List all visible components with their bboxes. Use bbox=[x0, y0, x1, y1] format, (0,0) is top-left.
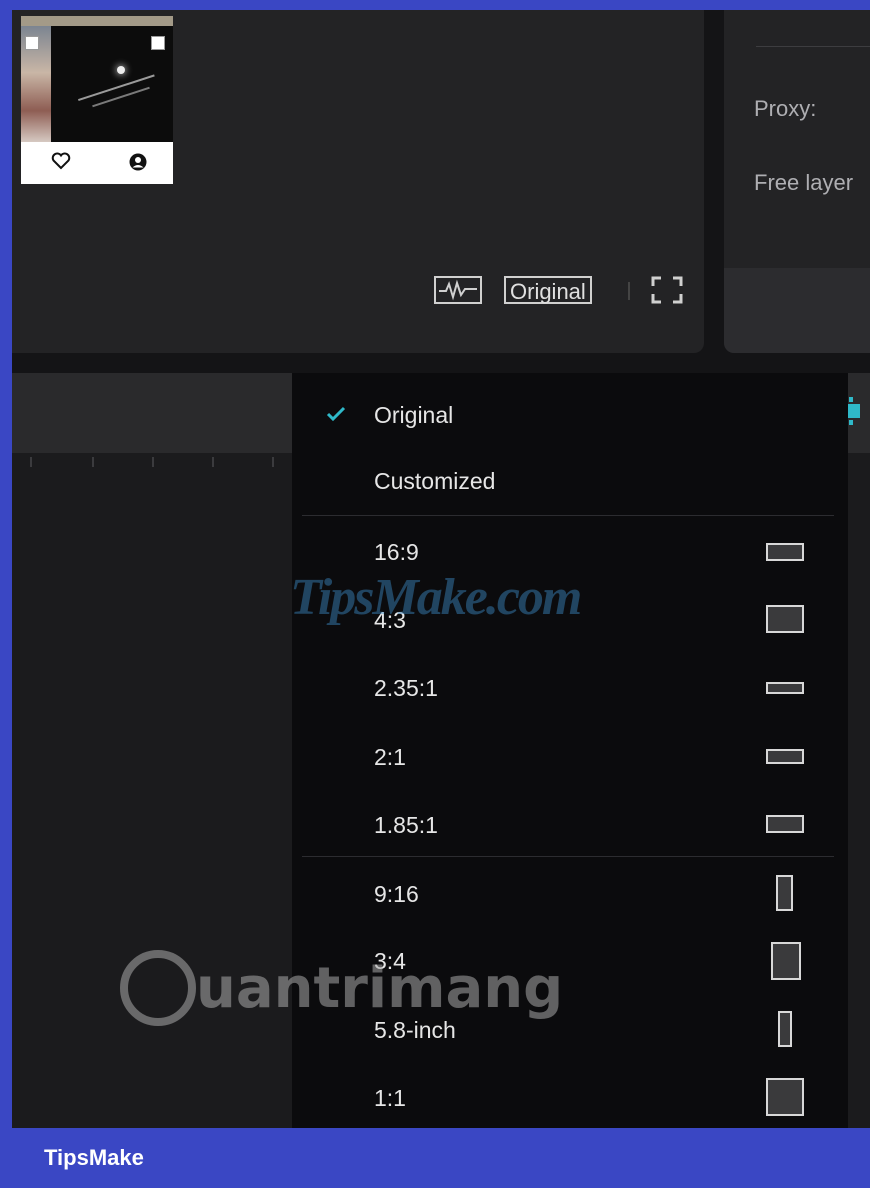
properties-panel: Proxy: Free layer bbox=[724, 10, 870, 353]
menu-item-2-1[interactable]: 2:1 bbox=[292, 732, 848, 782]
ratio-9-16-icon bbox=[776, 875, 793, 911]
menu-item-label: 2:1 bbox=[374, 744, 406, 770]
menu-item-label: Customized bbox=[374, 468, 496, 494]
user-icon[interactable] bbox=[129, 153, 147, 171]
quantrimang-watermark: uantrimang bbox=[196, 956, 564, 1021]
menu-item-1-1[interactable]: 1:1 bbox=[292, 1073, 848, 1123]
footer-brand: TipsMake bbox=[44, 1145, 144, 1170]
ratio-button[interactable]: Original bbox=[504, 276, 592, 304]
menu-divider bbox=[302, 856, 834, 857]
free-layer-label: Free layer bbox=[754, 170, 854, 195]
menu-item-label: 1:1 bbox=[374, 1085, 406, 1111]
check-icon bbox=[326, 406, 346, 422]
waveform-icon[interactable] bbox=[434, 275, 482, 305]
ratio-4-3-icon bbox=[766, 605, 804, 633]
properties-divider bbox=[756, 46, 870, 47]
toolbar-divider bbox=[628, 282, 630, 300]
ratio-3-4-icon bbox=[771, 942, 801, 980]
menu-item-label: Original bbox=[374, 402, 454, 428]
ratio-16-9-icon bbox=[766, 543, 804, 561]
menu-item-2-35-1[interactable]: 2.35:1 bbox=[292, 663, 848, 713]
menu-item-label: 1.85:1 bbox=[374, 812, 438, 838]
player-panel: Original bbox=[12, 10, 704, 353]
menu-item-original[interactable]: Original bbox=[292, 390, 848, 440]
menu-item-label: 9:16 bbox=[374, 881, 419, 907]
ratio-5-8-inch-icon bbox=[778, 1011, 792, 1047]
proxy-label: Proxy: bbox=[754, 96, 817, 121]
thumbnail-image bbox=[21, 16, 173, 142]
ratio-1-1-icon bbox=[766, 1078, 804, 1116]
tipsmake-watermark: TipsMake.com bbox=[290, 569, 582, 626]
lightbulb-watermark-icon bbox=[120, 950, 196, 1026]
menu-item-label: 16:9 bbox=[374, 539, 419, 565]
ratio-2-1-icon bbox=[766, 749, 804, 764]
ratio-1-85-1-icon bbox=[766, 815, 804, 833]
ratio-2-35-1-icon bbox=[766, 682, 804, 694]
heart-icon[interactable] bbox=[51, 152, 71, 170]
menu-item-label: 5.8-inch bbox=[374, 1017, 456, 1043]
menu-item-9-16[interactable]: 9:16 bbox=[292, 869, 848, 919]
fullscreen-icon[interactable] bbox=[650, 275, 684, 305]
media-thumbnail[interactable] bbox=[21, 16, 173, 184]
menu-item-label: 2.35:1 bbox=[374, 675, 438, 701]
properties-footer bbox=[724, 268, 870, 353]
menu-item-customized[interactable]: Customized bbox=[292, 456, 848, 506]
timeline-ruler bbox=[12, 453, 282, 469]
menu-item-1-85-1[interactable]: 1.85:1 bbox=[292, 800, 848, 850]
menu-divider bbox=[302, 515, 834, 516]
